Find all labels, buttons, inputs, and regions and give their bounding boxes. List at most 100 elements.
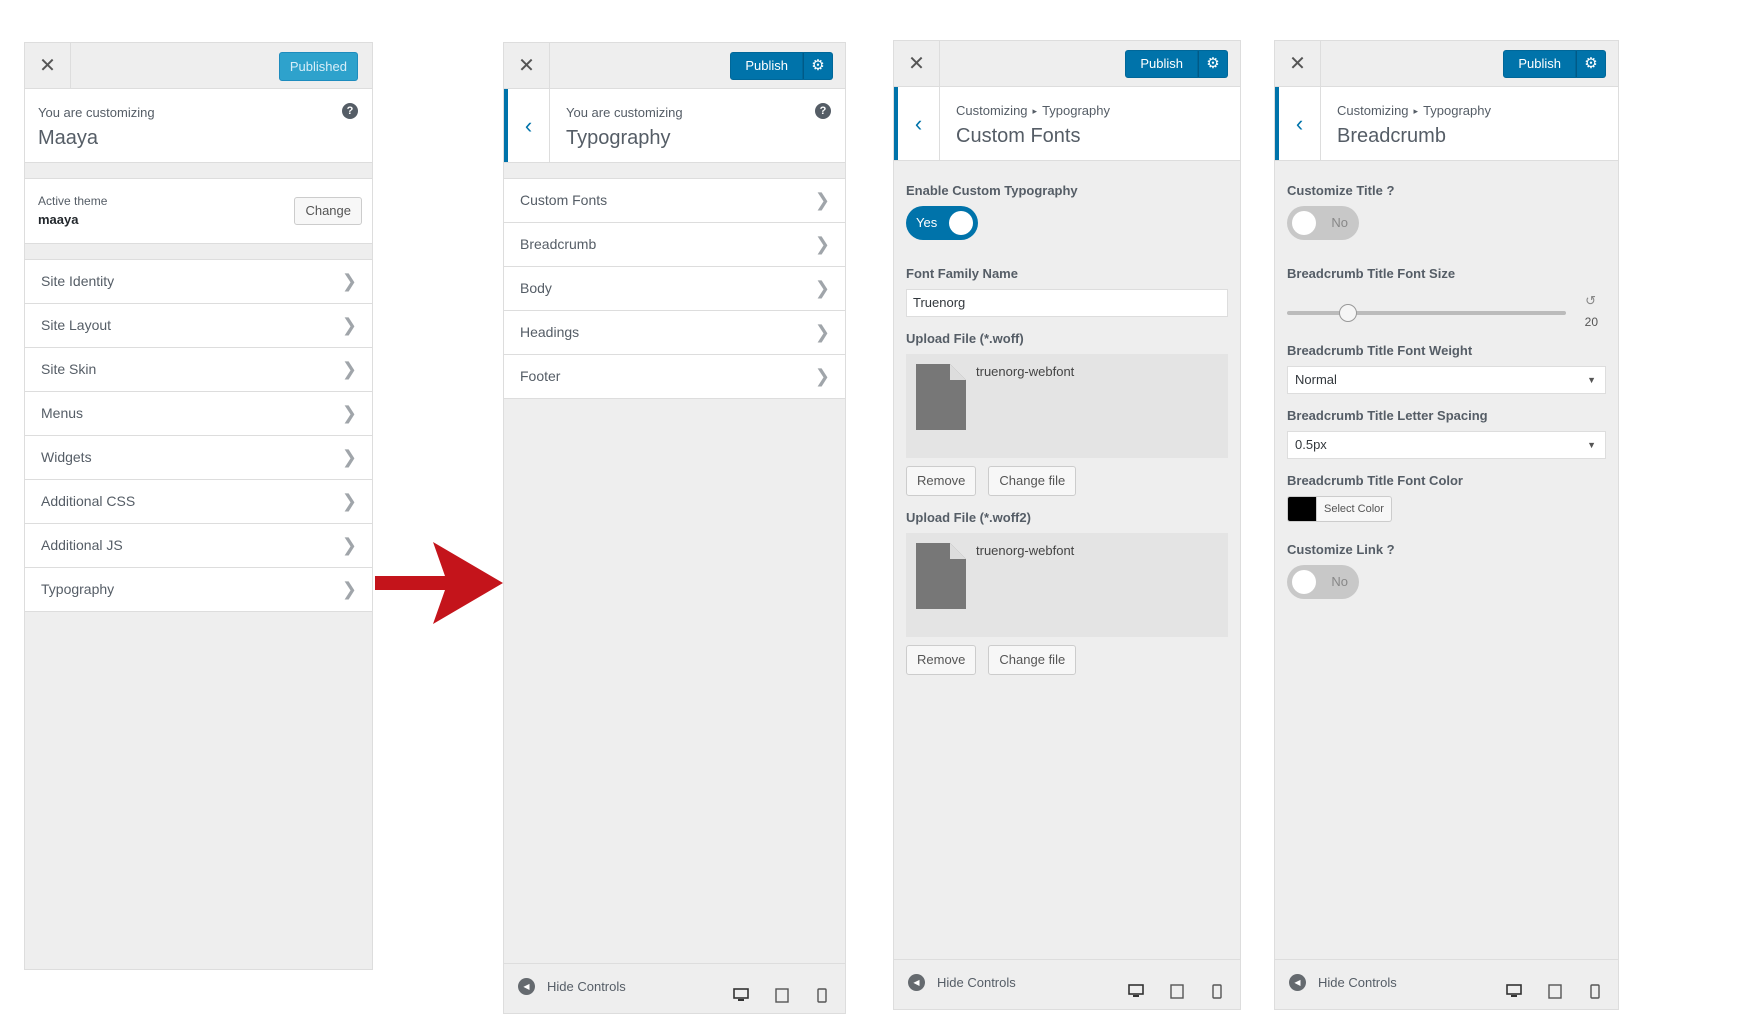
menu-item-site-identity[interactable]: Site Identity ❯	[25, 260, 372, 304]
customize-title-toggle[interactable]: No	[1287, 206, 1359, 240]
help-icon[interactable]: ?	[815, 103, 831, 119]
menu-item-additional-css[interactable]: Additional CSS ❯	[25, 480, 372, 524]
publish-button[interactable]: Publish	[730, 52, 803, 80]
close-icon[interactable]: ✕	[1275, 41, 1321, 86]
panel-topbar: ✕ Published	[25, 43, 372, 89]
menu-item-label: Breadcrumb	[520, 236, 597, 252]
active-theme-label: Active theme	[38, 194, 108, 208]
published-button[interactable]: Published	[278, 52, 358, 81]
menu-item-typography[interactable]: Typography ❯	[25, 568, 372, 612]
menu-item-label: Menus	[41, 405, 84, 421]
publish-group: Publish ⚙	[1125, 50, 1228, 78]
upload-woff-label: Upload File (*.woff)	[906, 331, 1024, 346]
back-chevron-icon[interactable]: ‹	[1275, 87, 1321, 160]
font-size-slider-handle[interactable]	[1339, 304, 1357, 322]
breadcrumb-section: Typography	[1042, 103, 1110, 118]
control-area: Enable Custom Typography Yes Font Family…	[894, 183, 1240, 675]
control-area: Customize Title ? No Breadcrumb Title Fo…	[1275, 183, 1618, 599]
mobile-icon[interactable]	[1590, 984, 1606, 999]
menu-item-label: Headings	[520, 324, 580, 340]
menu-item-label: Additional JS	[41, 537, 123, 553]
letter-spacing-label: Breadcrumb Title Letter Spacing	[1287, 408, 1488, 423]
red-arrow-icon	[375, 542, 503, 624]
change-woff-button[interactable]: Change file	[988, 466, 1077, 496]
breadcrumb-separator-icon: ▸	[1413, 106, 1419, 116]
menu-item-additional-js[interactable]: Additional JS ❯	[25, 524, 372, 568]
font-weight-value: Normal	[1295, 372, 1337, 387]
chevron-right-icon: ❯	[814, 190, 830, 210]
dropdown-caret-icon: ▼	[1587, 440, 1596, 450]
chevron-right-icon: ❯	[341, 359, 357, 379]
section-header: ‹ Customizing ▸ Typography Custom Fonts	[894, 87, 1240, 161]
publish-button[interactable]: Publish	[1125, 50, 1198, 78]
publish-group: Publish ⚙	[1503, 50, 1606, 78]
font-weight-select[interactable]: Normal ▼	[1287, 366, 1606, 394]
letter-spacing-select[interactable]: 0.5px ▼	[1287, 431, 1606, 459]
tablet-icon[interactable]	[1170, 984, 1186, 999]
upload-woff2-filename: truenorg-webfont	[976, 543, 1075, 558]
menu-item-label: Site Identity	[41, 273, 115, 289]
customizing-caption: You are customizing	[38, 105, 155, 120]
active-theme-name: maaya	[38, 212, 79, 227]
menu-item-headings[interactable]: Headings ❯	[504, 311, 845, 355]
font-color-picker: Select Color	[1287, 496, 1606, 522]
gear-icon[interactable]: ⚙	[803, 52, 833, 80]
menu-item-menus[interactable]: Menus ❯	[25, 392, 372, 436]
menu-item-custom-fonts[interactable]: Custom Fonts ❯	[504, 179, 845, 223]
menu-item-breadcrumb[interactable]: Breadcrumb ❯	[504, 223, 845, 267]
reset-icon[interactable]: ↺	[1585, 293, 1596, 309]
gear-icon[interactable]: ⚙	[1198, 50, 1228, 78]
menu-item-footer[interactable]: Footer ❯	[504, 355, 845, 399]
help-icon[interactable]: ?	[342, 103, 358, 119]
panel-topbar: ✕ Publish ⚙	[504, 43, 845, 89]
active-theme-box: Active theme maaya Change	[25, 178, 372, 244]
change-woff2-button[interactable]: Change file	[988, 645, 1077, 675]
customizing-header: You are customizing Maaya ?	[25, 89, 372, 163]
chevron-right-icon: ❯	[341, 447, 357, 467]
gear-icon[interactable]: ⚙	[1576, 50, 1606, 78]
breadcrumb: Customizing ▸ Typography	[1337, 103, 1491, 118]
customizer-panel-breadcrumb: ✕ Publish ⚙ ‹ Customizing ▸ Typography Bre…	[1274, 40, 1619, 1010]
hide-controls-button[interactable]: ◀ Hide Controls	[518, 978, 626, 995]
change-theme-button[interactable]: Change	[294, 197, 362, 225]
file-icon	[916, 364, 966, 430]
hide-controls-label: Hide Controls	[937, 975, 1016, 990]
menu-item-widgets[interactable]: Widgets ❯	[25, 436, 372, 480]
font-family-label: Font Family Name	[906, 266, 1018, 281]
publish-button[interactable]: Publish	[1503, 50, 1576, 78]
close-icon[interactable]: ✕	[894, 41, 940, 86]
enable-typography-label: Enable Custom Typography	[906, 183, 1078, 198]
customize-link-toggle[interactable]: No	[1287, 565, 1359, 599]
select-color-button[interactable]: Select Color	[1317, 496, 1392, 522]
enable-typography-toggle[interactable]: Yes	[906, 206, 978, 240]
menu-item-body[interactable]: Body ❯	[504, 267, 845, 311]
close-icon[interactable]: ✕	[25, 43, 71, 88]
mobile-icon[interactable]	[1212, 984, 1228, 999]
device-preview-group	[1128, 984, 1228, 999]
upload-woff-filename: truenorg-webfont	[976, 364, 1075, 379]
desktop-icon[interactable]	[1506, 984, 1522, 999]
collapse-icon: ◀	[1289, 974, 1306, 991]
font-family-input[interactable]: Truenorg	[906, 289, 1228, 317]
back-chevron-icon[interactable]: ‹	[504, 89, 550, 162]
menu-item-site-layout[interactable]: Site Layout ❯	[25, 304, 372, 348]
tablet-icon[interactable]	[775, 988, 791, 1003]
color-swatch[interactable]	[1287, 496, 1317, 522]
font-size-slider-track[interactable]	[1287, 311, 1566, 315]
mobile-icon[interactable]	[817, 988, 833, 1003]
desktop-icon[interactable]	[1128, 984, 1144, 999]
desktop-icon[interactable]	[733, 988, 749, 1003]
remove-woff-button[interactable]: Remove	[906, 466, 977, 496]
upload-woff-preview: truenorg-webfont	[906, 354, 1228, 458]
chevron-right-icon: ❯	[814, 234, 830, 254]
tablet-icon[interactable]	[1548, 984, 1564, 999]
section-header: ‹ Customizing ▸ Typography Breadcrumb	[1275, 87, 1618, 161]
letter-spacing-value: 0.5px	[1295, 437, 1327, 452]
remove-woff2-button[interactable]: Remove	[906, 645, 977, 675]
hide-controls-button[interactable]: ◀ Hide Controls	[1289, 974, 1397, 991]
close-icon[interactable]: ✕	[504, 43, 550, 88]
upload-woff2-actions: Remove Change file	[906, 645, 1228, 675]
hide-controls-button[interactable]: ◀ Hide Controls	[908, 974, 1016, 991]
back-chevron-icon[interactable]: ‹	[894, 87, 940, 160]
menu-item-site-skin[interactable]: Site Skin ❯	[25, 348, 372, 392]
